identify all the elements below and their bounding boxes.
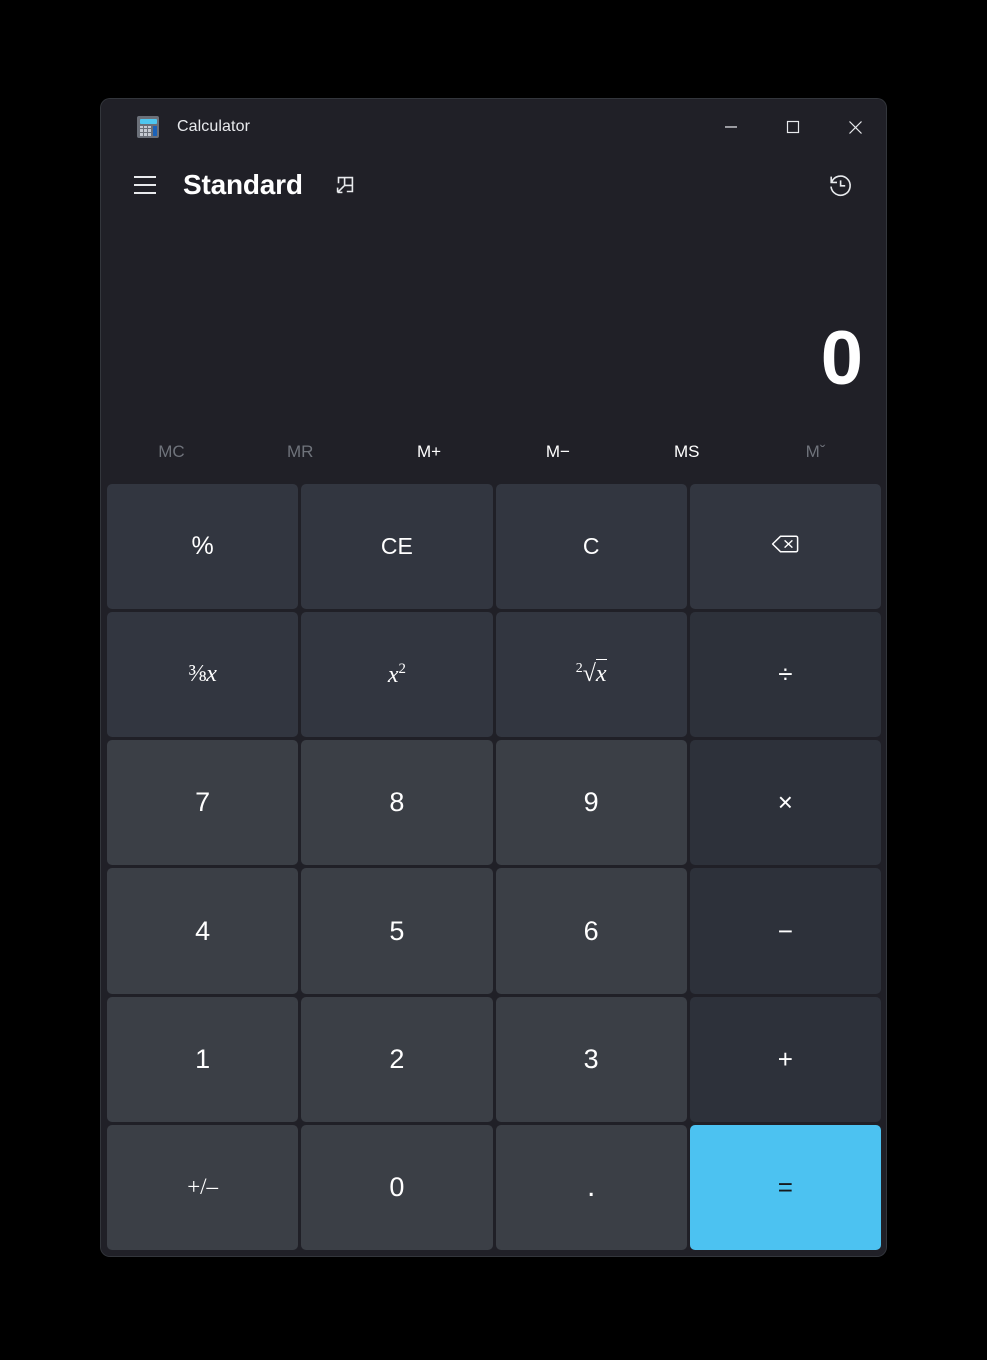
- app-header: Standard: [101, 155, 886, 215]
- equals-label: =: [777, 1171, 793, 1202]
- equals-button[interactable]: =: [689, 1124, 881, 1250]
- percent-button[interactable]: %: [107, 484, 299, 610]
- nine-button[interactable]: 9: [495, 740, 687, 866]
- multiply-label: ×: [777, 787, 793, 818]
- window-controls: [700, 99, 886, 155]
- window-title: Calculator: [177, 118, 251, 135]
- minimize-button[interactable]: [700, 99, 762, 155]
- keep-on-top-icon[interactable]: [325, 165, 365, 205]
- memory-row: MC MR M+ M− MS Mˇ: [101, 423, 886, 481]
- divide-button[interactable]: ÷: [689, 612, 881, 738]
- display-value: 0: [820, 316, 863, 401]
- hamburger-menu-icon[interactable]: [123, 165, 167, 205]
- five-label: 5: [389, 915, 405, 946]
- four-button[interactable]: 4: [107, 868, 299, 994]
- title-bar: Calculator: [101, 99, 886, 155]
- nine-label: 9: [583, 787, 599, 818]
- percent-label: %: [191, 532, 214, 561]
- eight-button[interactable]: 8: [301, 740, 493, 866]
- close-icon: [848, 120, 862, 134]
- add-label: +: [777, 1043, 793, 1074]
- subtract-button[interactable]: −: [689, 868, 881, 994]
- memory-store-button[interactable]: MS: [624, 427, 749, 477]
- reciprocal-label: ⅜x: [188, 661, 217, 688]
- seven-label: 7: [195, 787, 211, 818]
- close-button[interactable]: [824, 99, 886, 155]
- backspace-button[interactable]: [689, 484, 881, 610]
- six-label: 6: [583, 915, 599, 946]
- one-label: 1: [195, 1043, 211, 1074]
- two-label: 2: [389, 1043, 405, 1074]
- five-button[interactable]: 5: [301, 868, 493, 994]
- maximize-icon: [786, 120, 800, 134]
- subtract-label: −: [777, 915, 793, 946]
- decimal-button[interactable]: .: [495, 1124, 687, 1250]
- clear-label: C: [582, 533, 600, 560]
- memory-recall-button[interactable]: MR: [238, 427, 363, 477]
- square-root-button[interactable]: 2√x: [495, 612, 687, 738]
- page-title: Standard: [183, 169, 303, 200]
- calculator-icon: [137, 116, 159, 138]
- history-clock-icon[interactable]: [818, 163, 862, 207]
- zero-button[interactable]: 0: [301, 1124, 493, 1250]
- clear-entry-button[interactable]: CE: [301, 484, 493, 610]
- negate-button[interactable]: +/–: [107, 1124, 299, 1250]
- add-button[interactable]: +: [689, 996, 881, 1122]
- three-button[interactable]: 3: [495, 996, 687, 1122]
- minimize-icon: [725, 126, 737, 128]
- keypad: % CE C ⅜x x2 2√x ÷ 7 8 9 × 4 5 6 − 1 2 3…: [101, 481, 886, 1256]
- maximize-button[interactable]: [762, 99, 824, 155]
- square-root-label: 2√x: [575, 659, 607, 688]
- seven-button[interactable]: 7: [107, 740, 299, 866]
- reciprocal-button[interactable]: ⅜x: [107, 612, 299, 738]
- clear-button[interactable]: C: [495, 484, 687, 610]
- display-area[interactable]: 0: [101, 215, 886, 423]
- backspace-icon: [771, 533, 799, 560]
- negate-label: +/–: [187, 1174, 219, 1200]
- two-button[interactable]: 2: [301, 996, 493, 1122]
- clear-entry-label: CE: [380, 533, 413, 560]
- memory-dropdown-button[interactable]: Mˇ: [753, 427, 878, 477]
- square-label: x2: [387, 660, 406, 688]
- six-button[interactable]: 6: [495, 868, 687, 994]
- eight-label: 8: [389, 787, 405, 818]
- zero-label: 0: [389, 1171, 405, 1202]
- memory-add-button[interactable]: M+: [367, 427, 492, 477]
- decimal-label: .: [586, 1170, 596, 1204]
- multiply-button[interactable]: ×: [689, 740, 881, 866]
- three-label: 3: [583, 1043, 599, 1074]
- one-button[interactable]: 1: [107, 996, 299, 1122]
- memory-subtract-button[interactable]: M−: [495, 427, 620, 477]
- divide-label: ÷: [778, 659, 793, 690]
- four-label: 4: [195, 915, 211, 946]
- calculator-window: Calculator Standard 0 MC MR M+ M− MS Mˇ …: [101, 99, 886, 1256]
- memory-clear-button[interactable]: MC: [109, 427, 234, 477]
- square-button[interactable]: x2: [301, 612, 493, 738]
